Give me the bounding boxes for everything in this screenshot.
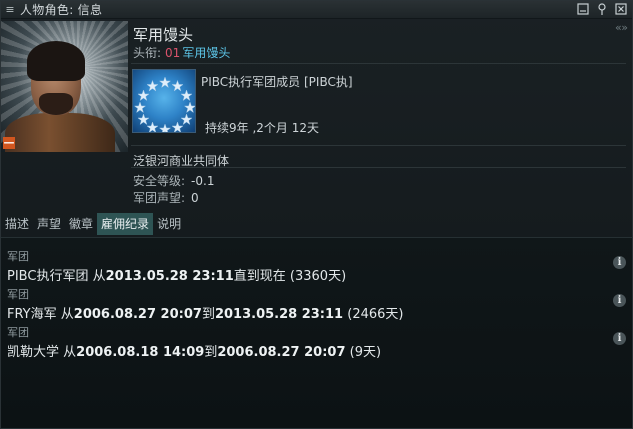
title-number: 01 [165,46,181,60]
stat-value: 0 [191,191,199,205]
title-value[interactable]: 军用馒头 [182,46,230,60]
corp-duration: 持续9年 ,2个月 12天 [205,121,319,135]
entry-days: (2466天) [347,307,404,322]
entry-end: 2006.08.27 20:07 [217,345,346,360]
entry-end: 2013.05.28 23:11 [214,307,344,322]
list-item: 军团 PIBC执行军团 从2013.05.28 23:11直到现在 (3360天… [7,248,346,284]
stat-value: -0.1 [191,174,215,188]
character-title: 头衔: 01 军用馒头 [133,44,230,61]
entry-start: 2006.08.18 14:09 [76,345,205,360]
info-icon[interactable]: i [613,256,626,269]
double-chevron-icon[interactable]: « » [615,21,628,34]
security-status-row: 安全等级: -0.1 [133,172,214,189]
minimize-icon[interactable] [576,2,590,16]
stat-label: 军团声望: [133,191,186,205]
employment-history-list: 军团 PIBC执行军团 从2013.05.28 23:11直到现在 (3360天… [1,237,632,428]
corp-standing-row: 军团声望: 0 [133,189,199,206]
hamburger-icon[interactable]: ≡ [4,3,16,16]
title-bar[interactable]: ≡ 人物角色: 信息 [1,1,632,19]
entry-start: 2013.05.28 23:11 [105,269,234,284]
portrait-minus-button[interactable]: — [3,137,15,149]
tab-employment-history[interactable]: 雇佣纪录 [97,213,154,235]
entry-days: (3360天) [289,269,347,284]
portrait-hair [27,41,85,81]
character-name: 军用馒头 [133,26,194,44]
divider [131,145,626,146]
corp-stars-logo[interactable] [132,69,196,133]
character-portrait[interactable]: — [1,21,128,152]
info-icon[interactable]: i [613,294,626,307]
entry-label: 军团 [7,288,29,301]
entry-from: 从 [63,345,77,360]
pin-icon[interactable] [595,2,609,16]
list-item: 军团 FRY海军 从2006.08.27 20:07到2013.05.28 23… [7,286,403,322]
entry-label: 军团 [7,326,29,339]
stat-label: 安全等级: [133,174,186,188]
info-icon[interactable]: i [613,332,626,345]
entry-to: 直到现在 [233,269,286,284]
portrait-beard [39,93,73,115]
entry-corp[interactable]: 凯勒大学 [7,345,59,360]
tab-bar: 描述 声望 徽章 雇佣纪录 说明 [1,213,185,235]
divider [131,63,626,64]
tab-standings[interactable]: 声望 [33,213,65,235]
entry-line: 凯勒大学 从2006.08.18 14:09到2006.08.27 20:07 … [7,341,381,360]
entry-from: 从 [92,269,106,284]
title-label: 头衔: [133,46,162,60]
entry-label: 军团 [7,250,29,263]
character-info-window: ≡ 人物角色: 信息 « » — 军用馒头 头衔: 01 军用馒头 PIBC执行… [0,0,633,429]
entry-corp[interactable]: FRY海军 [7,307,57,322]
window-controls [576,2,628,16]
tab-decorations[interactable]: 徽章 [65,213,97,235]
list-item: 军团 凯勒大学 从2006.08.18 14:09到2006.08.27 20:… [7,324,381,360]
divider [131,167,626,168]
portrait-body [5,113,115,152]
entry-start: 2006.08.27 20:07 [73,307,202,322]
entry-to: 到 [204,345,218,360]
tab-notes[interactable]: 说明 [153,213,185,235]
corp-name[interactable]: PIBC执行军团成员 [PIBC执] [201,73,353,90]
window-title: 人物角色: 信息 [20,3,103,17]
entry-line: FRY海军 从2006.08.27 20:07到2013.05.28 23:11… [7,303,403,322]
close-icon[interactable] [614,2,628,16]
tab-description[interactable]: 描述 [1,213,33,235]
entry-corp[interactable]: PIBC执行军团 [7,269,88,284]
entry-line: PIBC执行军团 从2013.05.28 23:11直到现在 (3360天) [7,265,346,284]
entry-to: 到 [201,307,215,322]
entry-days: (9天) [349,345,382,360]
entry-from: 从 [60,307,74,322]
